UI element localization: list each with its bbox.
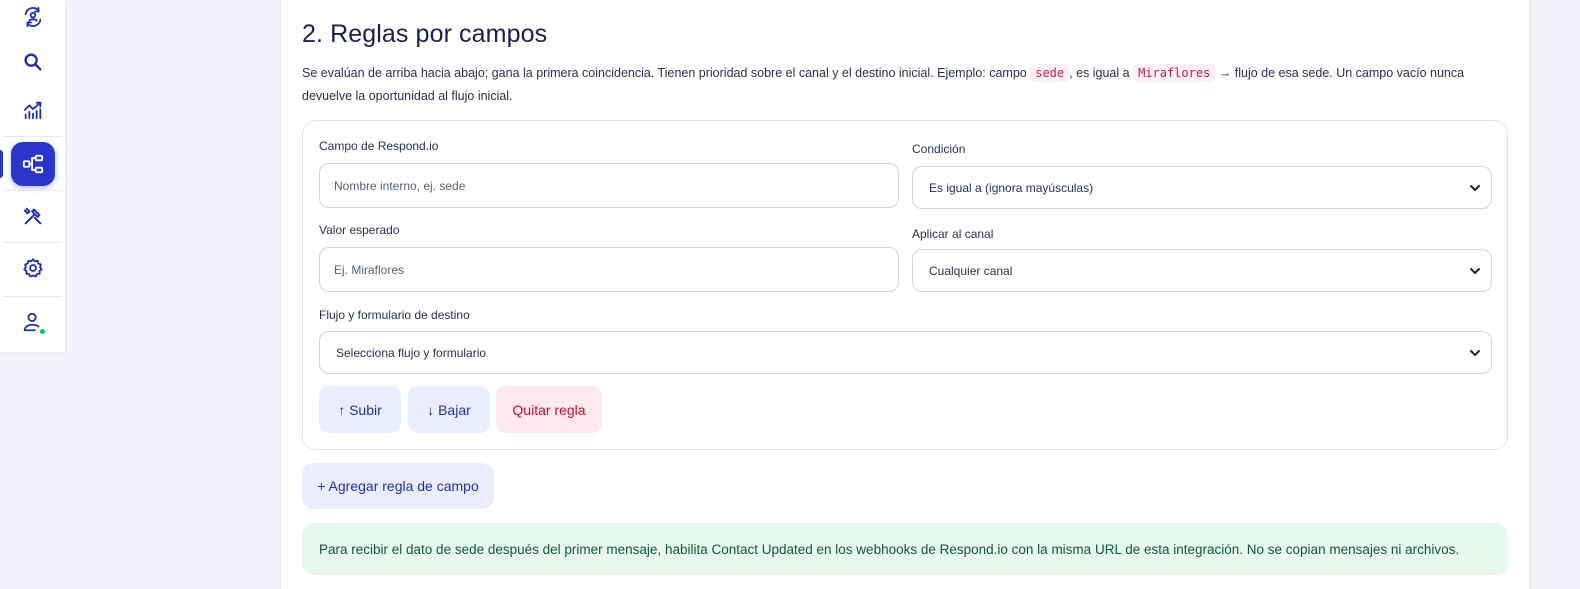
- expected-value-input[interactable]: [319, 247, 899, 292]
- code-field-example: sede: [1030, 64, 1070, 82]
- sidebar-divider: [4, 296, 62, 297]
- flow-value: Selecciona flujo y formulario: [336, 345, 487, 360]
- chevron-down-icon: [1470, 349, 1480, 356]
- chevron-down-icon: [1470, 267, 1480, 274]
- channel-value: Cualquier canal: [929, 263, 1013, 278]
- sidebar-item-settings[interactable]: [11, 246, 55, 290]
- field-rule-card: Campo de Respond.io Condición Es igual a…: [302, 120, 1508, 450]
- flow-form-select[interactable]: Selecciona flujo y formulario: [319, 331, 1492, 374]
- webhook-notice: Para recibir el dato de sede después del…: [302, 523, 1508, 575]
- code-value-example: Miraflores: [1133, 64, 1216, 82]
- condition-value: Es igual a (ignora mayúsculas): [929, 180, 1094, 195]
- channel-label: Aplicar al canal: [912, 227, 994, 241]
- sidebar-divider: [4, 190, 62, 191]
- active-indicator: [0, 150, 3, 178]
- sidebar: [0, 0, 66, 352]
- section-description: Se evalúan de arriba hacia abajo; gana l…: [302, 62, 1502, 108]
- sidebar-item-sync[interactable]: [11, 0, 55, 39]
- sidebar-divider: [4, 242, 62, 243]
- sidebar-item-search[interactable]: [11, 40, 55, 84]
- expected-value-label: Valor esperado: [319, 223, 400, 237]
- analytics-icon: [23, 101, 42, 120]
- search-icon: [24, 53, 42, 71]
- main-card: 2. Reglas por campos Se evalúan de arrib…: [280, 0, 1530, 589]
- description-text: Se evalúan de arriba hacia abajo; gana l…: [302, 66, 1031, 80]
- remove-rule-button[interactable]: Quitar regla: [496, 386, 602, 433]
- channel-select[interactable]: Cualquier canal: [912, 249, 1492, 292]
- add-field-rule-button[interactable]: + Agregar regla de campo: [302, 463, 494, 509]
- sidebar-item-analytics[interactable]: [11, 88, 55, 132]
- sync-person-icon: [24, 6, 42, 28]
- move-up-button[interactable]: ↑ Subir: [319, 386, 401, 433]
- move-down-button[interactable]: ↓ Bajar: [408, 386, 490, 433]
- sidebar-item-flows[interactable]: [11, 142, 55, 186]
- condition-select[interactable]: Es igual a (ignora mayúsculas): [912, 166, 1492, 209]
- description-text: , es igual a: [1069, 66, 1134, 80]
- online-status-dot: [38, 327, 47, 336]
- flow-label: Flujo y formulario de destino: [319, 308, 470, 322]
- sidebar-item-profile[interactable]: [11, 300, 55, 344]
- gear-icon: [23, 258, 43, 278]
- flow-diagram-icon: [22, 154, 44, 174]
- chevron-down-icon: [1470, 184, 1480, 191]
- sidebar-divider: [4, 136, 62, 137]
- sidebar-item-tools[interactable]: [11, 194, 55, 238]
- section-title: 2. Reglas por campos: [302, 20, 548, 48]
- tools-icon: [23, 207, 42, 225]
- condition-label: Condición: [912, 142, 966, 156]
- field-label: Campo de Respond.io: [319, 139, 439, 153]
- respond-field-input[interactable]: [319, 163, 899, 208]
